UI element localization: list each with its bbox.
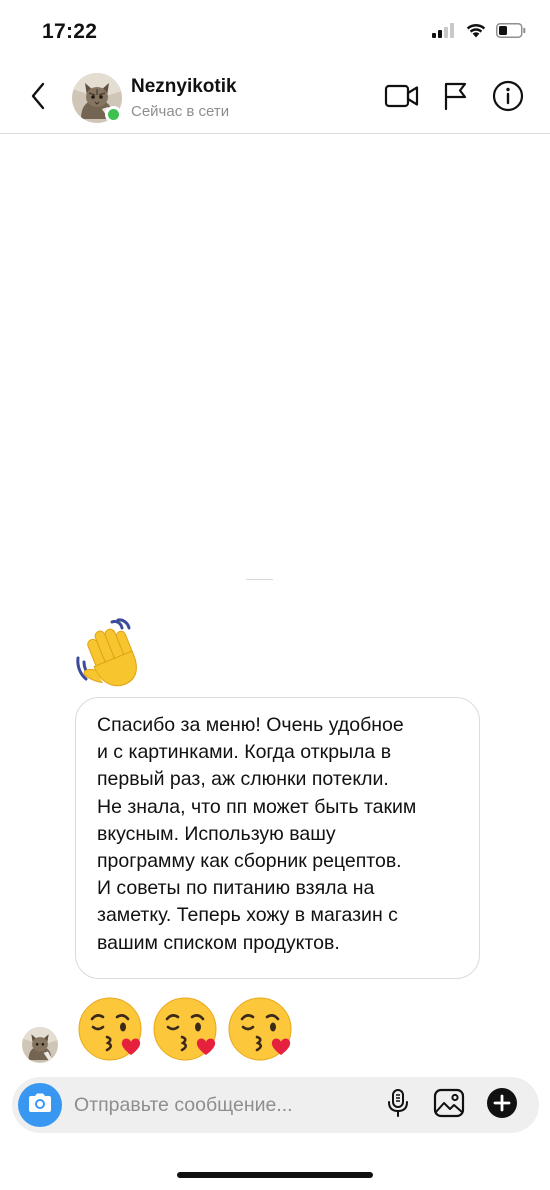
camera-button[interactable] — [18, 1083, 62, 1127]
plus-icon — [486, 1087, 518, 1124]
more-options-button[interactable] — [484, 1087, 520, 1123]
message-composer — [12, 1077, 539, 1133]
info-icon — [492, 80, 524, 117]
kissing-face-with-heart-emoji[interactable] — [77, 995, 147, 1065]
cellular-signal-icon — [432, 22, 456, 43]
battery-icon — [496, 22, 526, 43]
chat-username[interactable]: Neznyikotik — [131, 76, 237, 98]
kissing-face-with-heart-emoji[interactable] — [152, 995, 222, 1065]
message-bubble[interactable]: Спасибо за меню! Очень удобное и с карти… — [75, 697, 480, 979]
chevron-left-icon — [30, 82, 46, 115]
gallery-button[interactable] — [431, 1087, 467, 1123]
home-indicator[interactable] — [177, 1172, 373, 1178]
status-bar: 17:22 — [0, 0, 550, 66]
microphone-icon — [387, 1088, 409, 1123]
message-input[interactable] — [74, 1085, 374, 1125]
voice-message-button[interactable] — [380, 1087, 416, 1123]
video-call-button[interactable] — [384, 80, 420, 116]
report-button[interactable] — [437, 80, 473, 116]
status-time: 17:22 — [42, 20, 98, 43]
gallery-icon — [433, 1088, 465, 1123]
online-status-dot — [105, 106, 122, 123]
camera-icon — [27, 1092, 53, 1119]
info-button[interactable] — [490, 80, 526, 116]
chat-user-status: Сейчас в сети — [131, 103, 230, 120]
kissing-face-with-heart-emoji[interactable] — [227, 995, 297, 1065]
status-icons — [432, 22, 526, 43]
wifi-icon — [465, 22, 487, 43]
waving-hand-emoji[interactable] — [74, 618, 150, 690]
message-text: Спасибо за меню! Очень удобное и с карти… — [97, 714, 417, 954]
flag-icon — [441, 81, 469, 116]
back-button[interactable] — [22, 80, 54, 116]
divider — [246, 579, 273, 580]
video-camera-icon — [384, 83, 420, 114]
chat-header: Neznyikotik Сейчас в сети — [0, 66, 550, 134]
sender-avatar[interactable] — [22, 1027, 58, 1063]
